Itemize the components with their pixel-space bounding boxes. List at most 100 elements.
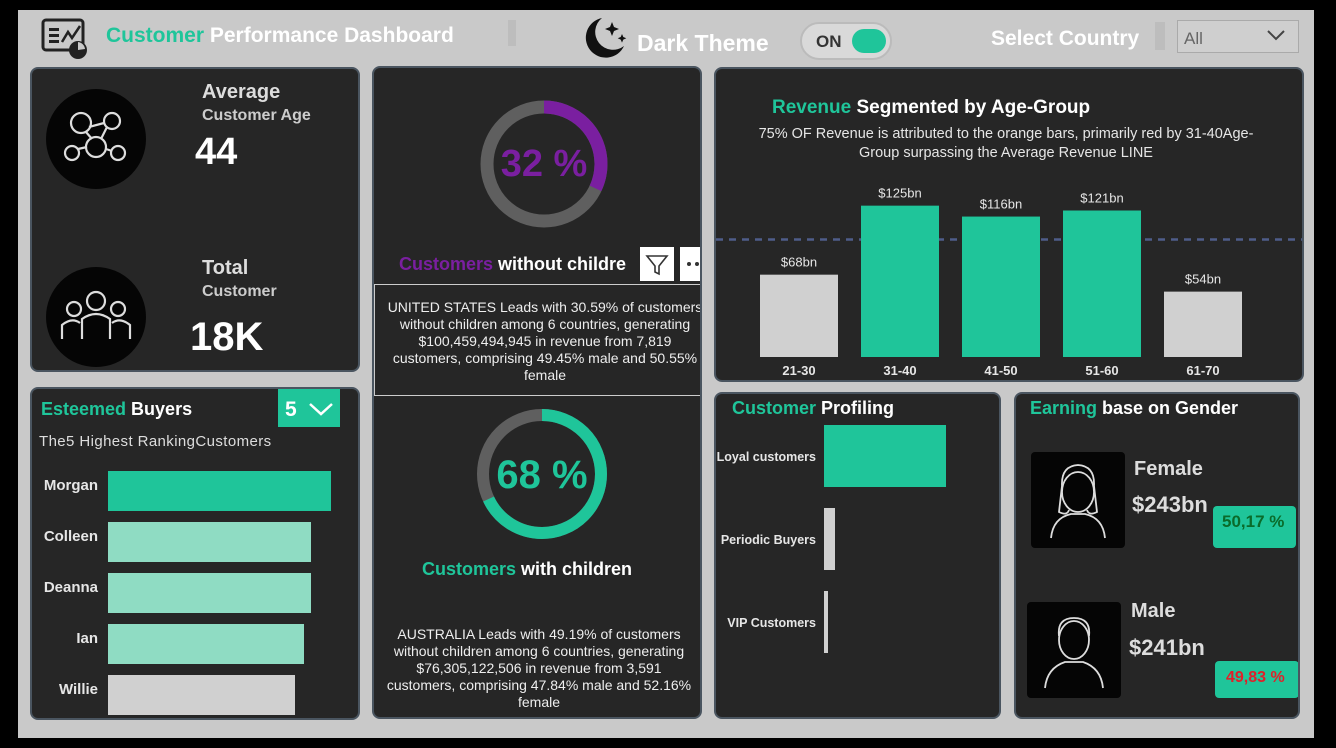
revenue-bar[interactable] [861,205,939,357]
header-divider [508,20,516,46]
customer-profiling-card: Customer Profiling Loyal customers Period… [714,392,1001,719]
profiling-bar[interactable] [824,508,835,570]
toggle-knob [852,29,886,53]
filter-icon[interactable] [640,247,674,281]
profiling-title-accent: Customer [732,398,817,418]
without-children-accent: Customers [399,254,494,274]
profiling-category-label: VIP Customers [727,616,816,630]
esteemed-buyers-card: Esteemed Buyers 5 The5 Highest RankingCu… [30,387,360,720]
page-title-rest: Performance Dashboard [204,24,454,47]
theme-toggle[interactable]: ON [800,22,892,60]
buyer-name-label: Morgan [43,477,98,494]
revenue-chart-card: Revenue Segmented by Age-Group 75% OF Re… [714,67,1304,382]
buyer-bar[interactable] [108,471,331,511]
average-age-subtitle: Customer Age [202,107,311,124]
profiling-bar-chart: Loyal customers Periodic Buyers VIP Custom… [716,420,999,717]
male-value: $241bn [1129,635,1205,660]
total-customer-title: Total [202,257,249,279]
revenue-category-label: 21-30 [782,363,815,378]
without-children-donut: 32 % [474,94,614,234]
gender-title-rest: base on Gender [1097,398,1239,418]
revenue-category-label: 51-60 [1085,363,1118,378]
female-pct-value: 50,17 % [1222,512,1285,531]
buyer-name-label: Ian [76,630,98,647]
without-children-tooltip: UNITED STATES Leads with 30.59% of custo… [374,284,702,396]
buyer-bar[interactable] [108,624,305,664]
revenue-data-label: $68bn [781,255,817,270]
revenue-bar[interactable] [962,216,1040,357]
theme-label: Dark Theme [637,30,769,56]
revenue-category-label: 41-50 [984,363,1017,378]
buyers-subtitle: The5 Highest RankingCustomers [39,433,272,450]
average-age-value: 44 [195,131,238,173]
buyers-count-value: 5 [285,398,297,421]
chevron-down-icon [1266,28,1286,47]
female-value: $243bn [1132,492,1208,517]
revenue-bar[interactable] [760,274,838,357]
with-children-accent: Customers [422,559,517,579]
more-options-icon[interactable] [680,247,700,281]
female-pct-badge: 50,17 % [1213,506,1296,548]
buyer-name-label: Deanna [43,579,98,596]
page-title-accent: Customer [106,24,205,47]
profiling-title-rest: Profiling [816,398,895,418]
kpi-card: Average Customer Age 44 Total Customer 1… [30,67,360,372]
buyers-title: Esteemed Buyers [41,399,192,420]
with-children-text: AUSTRALIA Leads with 49.19% of customers… [386,626,692,710]
country-select-value: All [1184,29,1203,48]
total-customer-value: 18K [190,315,264,359]
profiling-category-label: Periodic Buyers [720,533,816,547]
revenue-bar[interactable] [1063,210,1141,357]
buyers-title-accent: Esteemed [41,399,127,419]
country-label: Select Country [991,27,1140,50]
revenue-data-label: $54bn [1185,272,1221,287]
toggle-label: ON [816,32,842,51]
male-avatar-icon [1027,602,1121,698]
without-children-rest: without childre [493,254,627,274]
buyers-title-rest: Buyers [126,399,193,419]
buyers-count-slicer[interactable]: 5 [278,389,340,427]
without-children-text: UNITED STATES Leads with 30.59% of custo… [387,299,702,383]
profiling-bar[interactable] [824,425,946,487]
buyer-bar[interactable] [108,522,311,562]
average-age-title: Average [202,81,281,103]
chevron-down-icon [308,401,334,422]
with-children-title: Customers with children [422,559,632,580]
revenue-data-label: $116bn [980,197,1022,212]
dashboard-logo-icon [40,16,92,62]
with-children-donut: 68 % [472,404,612,544]
country-select[interactable]: All [1177,20,1299,53]
female-label: Female [1134,458,1203,480]
page-title: Customer Performance Dashboard [106,24,454,48]
gender-title: Earning base on Gender [1030,398,1238,419]
male-label: Male [1131,600,1176,622]
female-avatar-icon [1031,452,1125,548]
without-children-pct: 32 % [501,143,588,185]
revenue-category-label: 61-70 [1186,363,1219,378]
moon-stars-icon [580,14,630,62]
with-children-pct: 68 % [496,453,587,497]
male-pct-badge: 49,83 % [1215,661,1298,698]
without-children-title: Customers without childre [399,254,626,275]
revenue-data-label: $121bn [1080,191,1123,206]
revenue-title-rest: Segmented by Age-Group [851,97,1091,118]
profiling-bar[interactable] [824,591,828,653]
with-children-rest: with children [516,559,633,579]
country-divider [1155,22,1165,50]
male-pct-value: 49,83 % [1226,669,1285,686]
buyers-bar-chart: Morgan Colleen Deanna Ian Willie [32,465,358,715]
revenue-data-label: $125bn [878,186,921,201]
buyer-bar[interactable] [108,675,296,715]
total-customer-subtitle: Customer [202,283,277,300]
buyer-name-label: Colleen [43,528,98,545]
buyer-bar[interactable] [108,573,311,613]
gender-title-accent: Earning [1030,398,1098,418]
network-people-icon [46,89,146,189]
children-card: 32 % Customers without childre UNITED ST… [372,66,702,719]
revenue-bar[interactable] [1164,291,1242,357]
profiling-title: Customer Profiling [732,398,894,419]
revenue-chart-title: Revenue Segmented by Age-Group [772,97,1090,119]
revenue-title-accent: Revenue [772,97,852,118]
revenue-bar-chart: $68bn 21-30 $125bn 31-40 $116bn 41-50 $121bn 51… [716,186,1302,378]
people-group-icon [46,267,146,367]
